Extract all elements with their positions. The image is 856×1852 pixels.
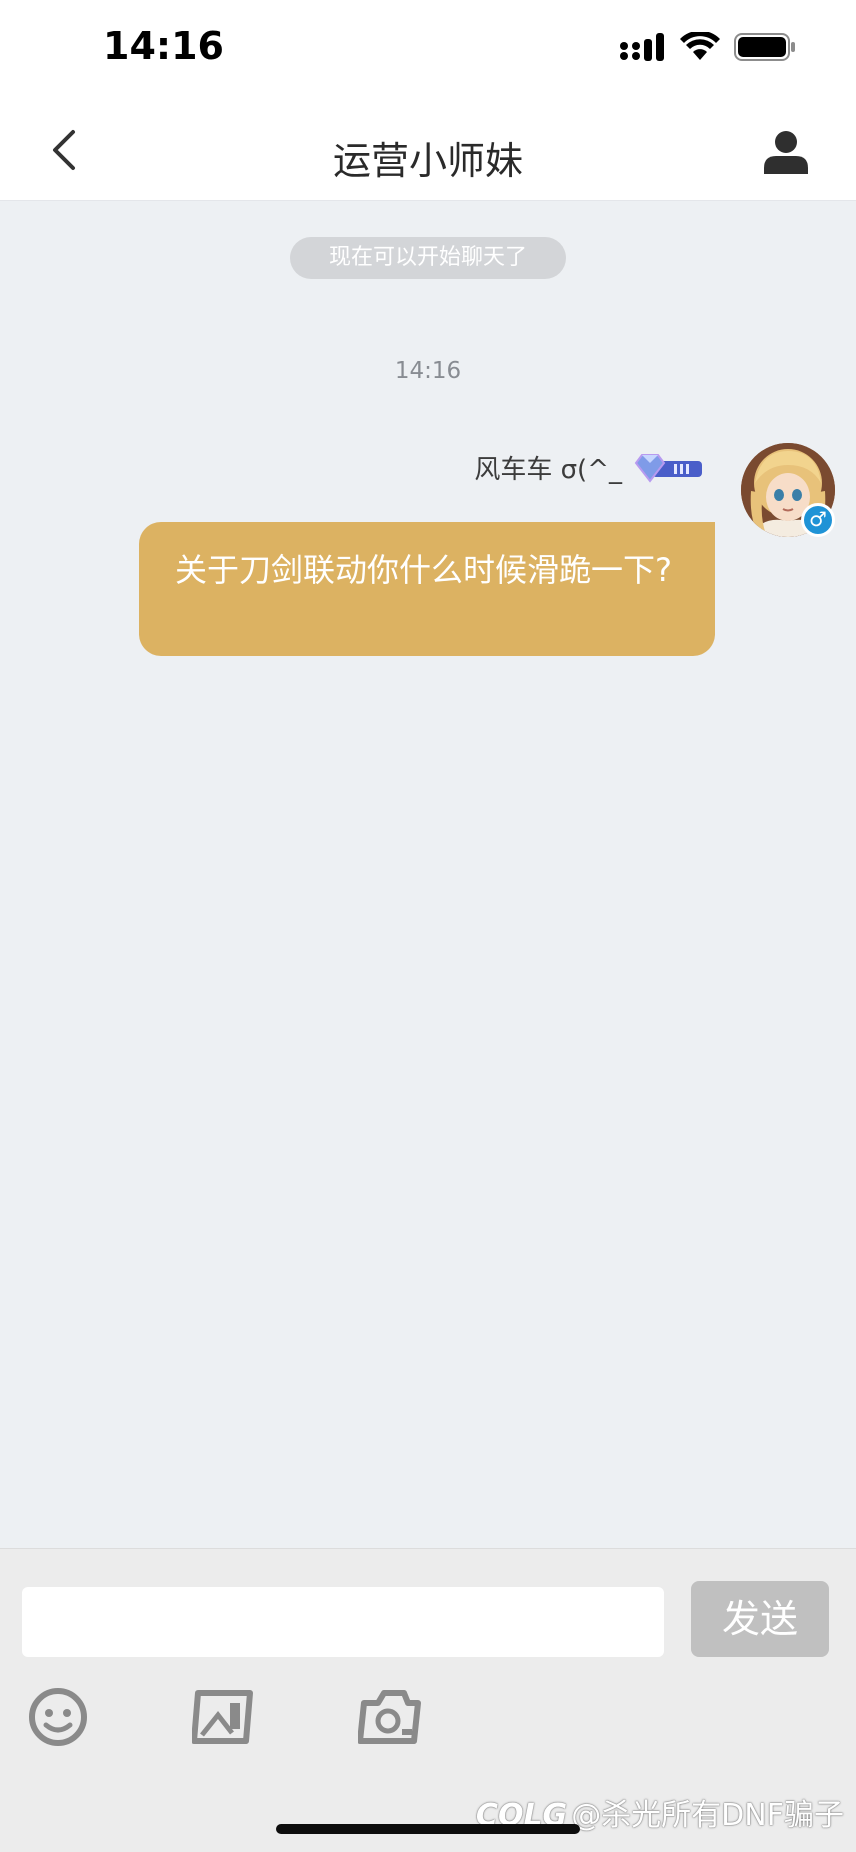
camera-button[interactable] [358, 1685, 422, 1749]
battery-icon [734, 33, 795, 61]
camera-icon [358, 1690, 421, 1744]
status-time: 14:16 [103, 24, 224, 68]
emoji-button[interactable] [26, 1685, 90, 1749]
message-timestamp: 14:16 [394, 358, 462, 384]
watermark-text: @杀光所有DNF骗子 [571, 1798, 844, 1833]
send-button[interactable]: 发送 [691, 1581, 829, 1657]
gender-male-icon: ♂ [801, 503, 835, 537]
chat-area[interactable]: 现在可以开始聊天了 14:16 风车车 σ(^_ ♂ 关于刀剑联动你什么时候滑跪… [0, 201, 856, 1548]
wifi-icon [680, 32, 720, 60]
message-bubble[interactable]: 关于刀剑联动你什么时候滑跪一下? [139, 522, 715, 656]
system-notice: 现在可以开始聊天了 [290, 237, 566, 279]
image-icon [192, 1690, 253, 1744]
nav-bar: 运营小师妹 [0, 100, 856, 201]
sender-row: 风车车 σ(^_ [474, 449, 706, 486]
profile-button[interactable] [756, 124, 816, 180]
home-indicator[interactable] [276, 1824, 580, 1834]
status-icons [620, 32, 796, 62]
status-bar: 14:16 [0, 0, 856, 100]
message-input[interactable] [22, 1587, 664, 1657]
level-badge-icon [634, 453, 702, 483]
sender-name: 风车车 σ(^_ [474, 455, 622, 485]
person-icon [764, 131, 808, 174]
emoji-icon [29, 1688, 87, 1746]
page-title: 运营小师妹 [332, 139, 523, 183]
cellular-signal-icon [620, 33, 664, 61]
image-button[interactable] [191, 1685, 255, 1749]
